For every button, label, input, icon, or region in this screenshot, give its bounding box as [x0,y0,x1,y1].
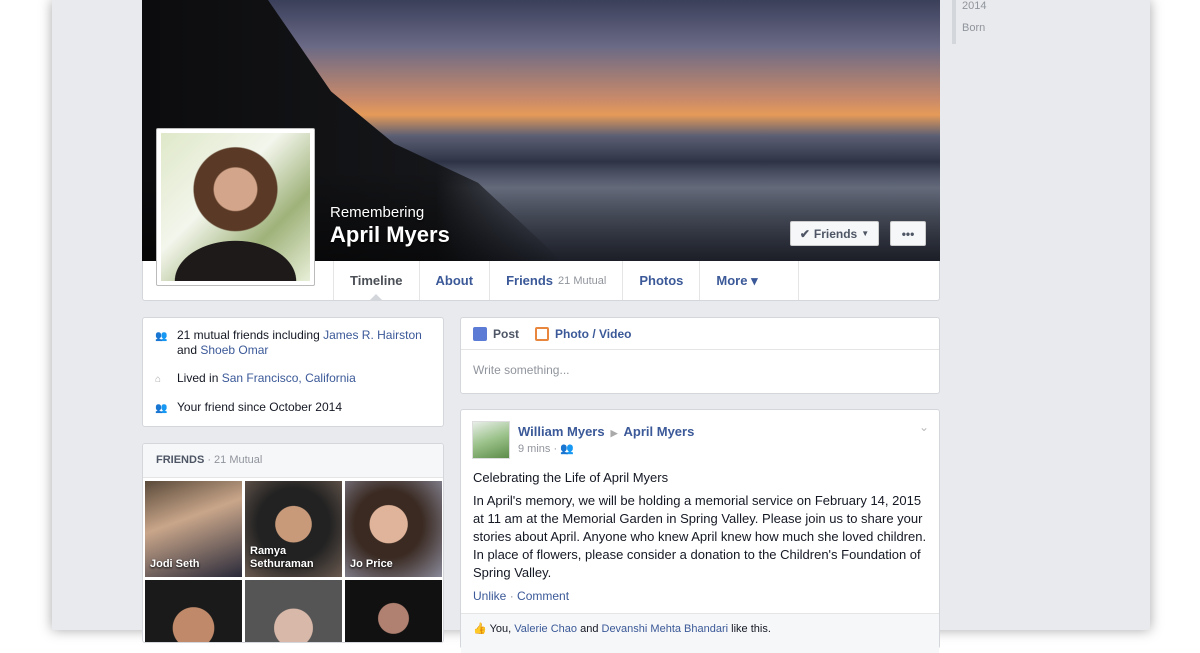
post-actions: Unlike · Comment [473,589,569,603]
liker-link[interactable]: Valerie Chao [514,623,577,635]
mutual-count: 21 Mutual [558,274,607,287]
post-tab[interactable]: Post [473,326,520,341]
tab-label: Timeline [350,273,403,288]
friend-since-text: Your friend since October 2014 [177,400,342,414]
friend-link[interactable]: Shoeb Omar [200,343,268,357]
lived-text: Lived in San Francisco, California [177,371,356,387]
text: and [577,623,602,635]
tab-photos[interactable]: Photos [622,261,699,300]
friend-link[interactable]: James R. Hairston [323,328,422,342]
place-link[interactable]: San Francisco, California [222,371,356,385]
audience-icon[interactable]: 👥 [560,443,574,455]
text: You, [489,623,515,635]
post-header: William Myers ▶ April Myers [518,424,694,439]
like-icon: 👍 [473,623,487,635]
check-icon: ✔ [799,226,810,241]
write-something-input[interactable]: Write something... [461,350,939,390]
friends-button-label: Friends [813,226,858,241]
friend-name: Jo Price [350,558,393,570]
friend-tile[interactable] [145,580,242,642]
unlike-link[interactable]: Unlike [473,589,506,603]
intro-card: 👥 21 mutual friends including James R. Ha… [142,317,444,427]
friend-name: Ramya Sethuraman [250,545,314,570]
tab-timeline[interactable]: Timeline [333,261,419,300]
chevron-down-icon[interactable]: ⌄ [919,420,929,434]
friends-count: · 21 Mutual [204,454,263,466]
text: and [177,343,201,357]
tab-label: Photos [639,273,684,288]
post-meta: 9 mins · 👥 [518,442,574,455]
friend-tile[interactable] [345,580,442,642]
arrow-right-icon: ▶ [610,428,618,438]
profile-picture[interactable] [156,128,315,286]
more-options-button[interactable]: ••• [890,221,926,246]
photo-icon [535,326,550,341]
likes-bar: 👍 You, Valerie Chao and Devanshi Mehta B… [461,613,939,653]
text: like this. [728,623,771,635]
friend-tile[interactable]: Jo Price [345,481,442,577]
remembering-label: Remembering [330,204,425,221]
tab-about[interactable]: About [418,261,490,300]
year-link[interactable]: Born [962,22,986,44]
timeline-year-nav: 2014 Born [952,0,986,44]
friends-header[interactable]: FRIENDS · 21 Mutual [143,444,443,478]
text: 21 mutual friends including [177,328,324,342]
post-body: In April's memory, we will be holding a … [473,493,927,580]
friends-icon: 👥 [155,403,168,414]
photo-video-tab[interactable]: Photo / Video [535,326,632,341]
friend-tile[interactable]: Ramya Sethuraman [245,481,342,577]
friends-icon: 👥 [155,331,168,342]
liker-link[interactable]: Devanshi Mehta Bhandari [602,623,729,635]
tab-label: Photo / Video [555,326,632,341]
friend-tile[interactable] [245,580,342,642]
tab-label: Friends [506,273,554,288]
friends-card: FRIENDS · 21 Mutual Jodi Seth Ramya Seth… [142,443,444,643]
mutual-friends-text: 21 mutual friends including James R. Hai… [177,328,431,358]
profile-name[interactable]: April Myers [330,222,450,248]
home-icon: ⌂ [155,374,162,385]
comment-link[interactable]: Comment [517,589,569,603]
friends-title: FRIENDS [156,454,205,466]
tab-label: More ▾ [716,272,758,288]
post-card: William Myers ▶ April Myers 9 mins · 👥 ⌄ C… [460,409,940,653]
friends-button[interactable]: ✔ Friends ▼ [790,221,879,246]
friend-name: Jodi Seth [150,558,200,570]
tab-friends[interactable]: Friends 21 Mutual [489,261,622,300]
year-link[interactable]: 2014 [962,0,986,22]
tab-label: Post [493,326,520,341]
profile-photo [161,133,310,281]
composer: Post Photo / Video Write something... [460,317,940,394]
pencil-icon [473,326,487,341]
tab-more[interactable]: More ▾ [699,261,799,300]
timestamp[interactable]: 9 mins · [518,443,560,455]
target-link[interactable]: April Myers [624,424,695,439]
author-avatar[interactable] [472,421,510,459]
friend-tile[interactable]: Jodi Seth [145,481,242,577]
separator: · [506,589,518,603]
tab-label: About [435,273,474,288]
author-link[interactable]: William Myers [518,424,605,439]
caret-down-icon: ▼ [861,229,870,238]
text: Lived in [177,371,222,385]
post-title: Celebrating the Life of April Myers [473,470,669,485]
